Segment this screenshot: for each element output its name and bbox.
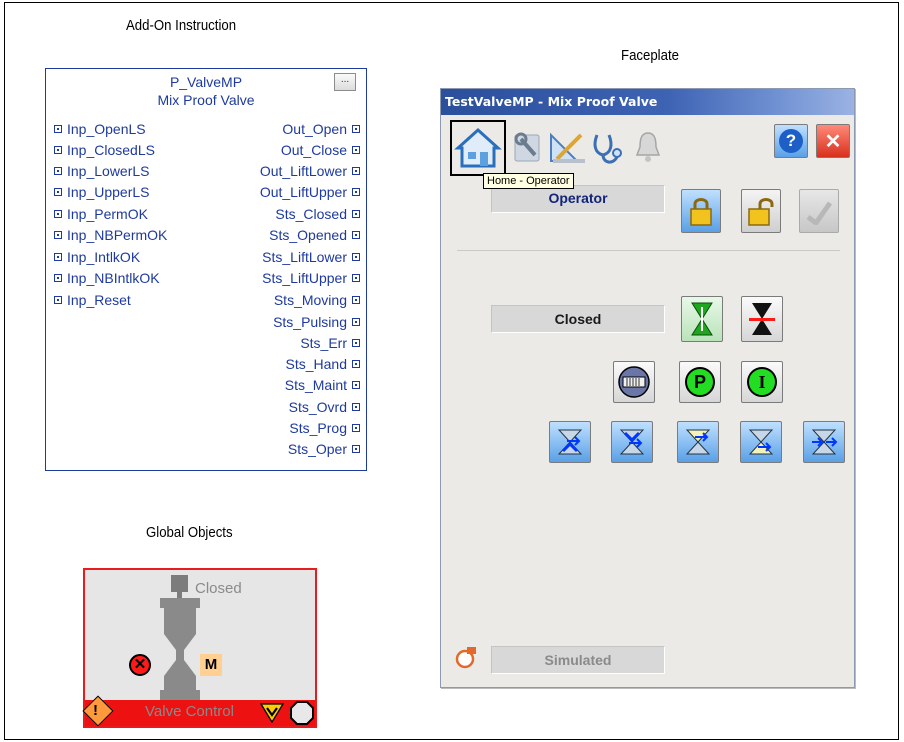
aoi-input-pin[interactable]: Inp_NBPermOK xyxy=(54,225,167,245)
aoi-output-pin[interactable]: Sts_Moving xyxy=(274,290,360,310)
caption-aoi: Add-On Instruction xyxy=(126,17,237,34)
unlock-button[interactable] xyxy=(741,189,781,233)
pulse-upper-icon xyxy=(748,429,774,455)
acknowledge-hand-icon xyxy=(806,201,833,225)
reset-icon xyxy=(618,366,650,398)
reset-button[interactable] xyxy=(613,361,655,403)
aoi-input-pin[interactable]: Inp_ClosedLS xyxy=(54,140,155,160)
permissive-icon: P xyxy=(685,367,715,397)
pulse-lower-icon xyxy=(685,429,711,455)
lift-lower-icon xyxy=(557,429,583,455)
global-object-valve[interactable]: Closed ✕ M Valve Control ! xyxy=(82,568,317,728)
aoi-output-pin[interactable]: Sts_LiftUpper xyxy=(262,268,360,288)
pulse-both-button[interactable] xyxy=(803,421,845,463)
unlock-icon xyxy=(748,198,774,226)
tab-alarms[interactable] xyxy=(633,130,663,164)
aoi-input-pin[interactable]: Inp_PermOK xyxy=(54,204,148,224)
tab-maintenance[interactable] xyxy=(511,129,545,163)
tab-home[interactable] xyxy=(450,120,506,176)
aoi-input-pin[interactable]: Inp_IntlkOK xyxy=(54,247,140,267)
warning-exclaim-icon: ! xyxy=(93,702,98,719)
error-x-icon: ✕ xyxy=(129,654,151,676)
aoi-input-pin[interactable]: Inp_OpenLS xyxy=(54,119,146,139)
permissive-button[interactable]: P xyxy=(679,361,721,403)
interlock-icon: I xyxy=(747,367,777,397)
lift-upper-icon xyxy=(619,429,645,455)
open-valve-button[interactable] xyxy=(681,296,723,342)
mode-indicator: Operator xyxy=(491,185,665,213)
help-button[interactable]: ? xyxy=(774,124,808,158)
close-valve-button[interactable] xyxy=(741,296,783,342)
aoi-input-pin[interactable]: Inp_UpperLS xyxy=(54,182,150,202)
actuator-head xyxy=(171,575,188,592)
state-indicator: Closed xyxy=(491,305,665,333)
caption-global-objects: Global Objects xyxy=(146,524,233,541)
tab-diagnostics[interactable] xyxy=(589,131,625,167)
valve-label: Valve Control xyxy=(145,703,234,720)
aoi-output-pin[interactable]: Sts_Oper xyxy=(288,439,360,459)
aoi-description: Mix Proof Valve xyxy=(157,92,255,108)
interlock-button[interactable]: I xyxy=(741,361,783,403)
help-icon: ? xyxy=(779,129,803,153)
divider xyxy=(457,250,840,251)
aoi-output-pin[interactable]: Sts_Maint xyxy=(285,375,360,395)
lock-button[interactable] xyxy=(681,189,721,233)
tab-engineering[interactable] xyxy=(547,129,587,165)
lock-icon xyxy=(690,198,712,226)
aoi-output-pin[interactable]: Sts_Hand xyxy=(286,354,360,374)
aoi-output-pin[interactable]: Out_Close xyxy=(281,140,360,160)
valve-open-icon xyxy=(691,302,713,336)
aoi-output-pin[interactable]: Sts_Err xyxy=(300,333,360,353)
simulation-indicator: Simulated xyxy=(491,646,665,674)
aoi-input-pin[interactable]: Inp_Reset xyxy=(54,290,131,310)
maintenance-tool-icon xyxy=(260,703,284,724)
aoi-output-pin[interactable]: Out_LiftLower xyxy=(260,161,360,181)
mode-badge: M xyxy=(200,654,222,676)
aoi-block[interactable]: P_ValveMP Mix Proof Valve ... Inp_OpenLS… xyxy=(45,68,367,471)
lift-upper-button[interactable] xyxy=(611,421,653,463)
aoi-input-pin[interactable]: Inp_LowerLS xyxy=(54,161,150,181)
caption-faceplate: Faceplate xyxy=(621,47,679,64)
aoi-properties-button[interactable]: ... xyxy=(334,73,356,91)
lift-lower-button[interactable] xyxy=(549,421,591,463)
aoi-name: P_ValveMP xyxy=(169,74,243,90)
aoi-output-pin[interactable]: Sts_Ovrd xyxy=(289,397,360,417)
aoi-output-pin[interactable]: Sts_Closed xyxy=(275,204,360,224)
close-icon: ✕ xyxy=(824,130,842,153)
pulse-upper-button[interactable] xyxy=(740,421,782,463)
close-button[interactable]: ✕ xyxy=(816,124,850,158)
home-icon xyxy=(454,127,502,168)
aoi-output-pin[interactable]: Sts_LiftLower xyxy=(262,247,360,267)
faceplate-title: TestValveMP - Mix Proof Valve xyxy=(441,89,854,115)
valve-close-icon xyxy=(749,303,775,335)
acknowledge-button[interactable] xyxy=(799,189,839,233)
aoi-output-pin[interactable]: Sts_Pulsing xyxy=(273,312,360,332)
pulse-both-icon xyxy=(811,429,838,455)
stop-octagon-icon xyxy=(290,701,314,725)
aoi-output-pin[interactable]: Sts_Opened xyxy=(269,225,360,245)
simulation-apple-icon xyxy=(455,647,476,669)
aoi-output-pin[interactable]: Sts_Prog xyxy=(289,418,360,438)
aoi-input-pin[interactable]: Inp_NBIntlkOK xyxy=(54,268,160,288)
aoi-output-pin[interactable]: Out_Open xyxy=(282,119,360,139)
pulse-lower-button[interactable] xyxy=(677,421,719,463)
home-tooltip: Home - Operator xyxy=(483,173,574,189)
aoi-output-pin[interactable]: Out_LiftUpper xyxy=(260,182,360,202)
